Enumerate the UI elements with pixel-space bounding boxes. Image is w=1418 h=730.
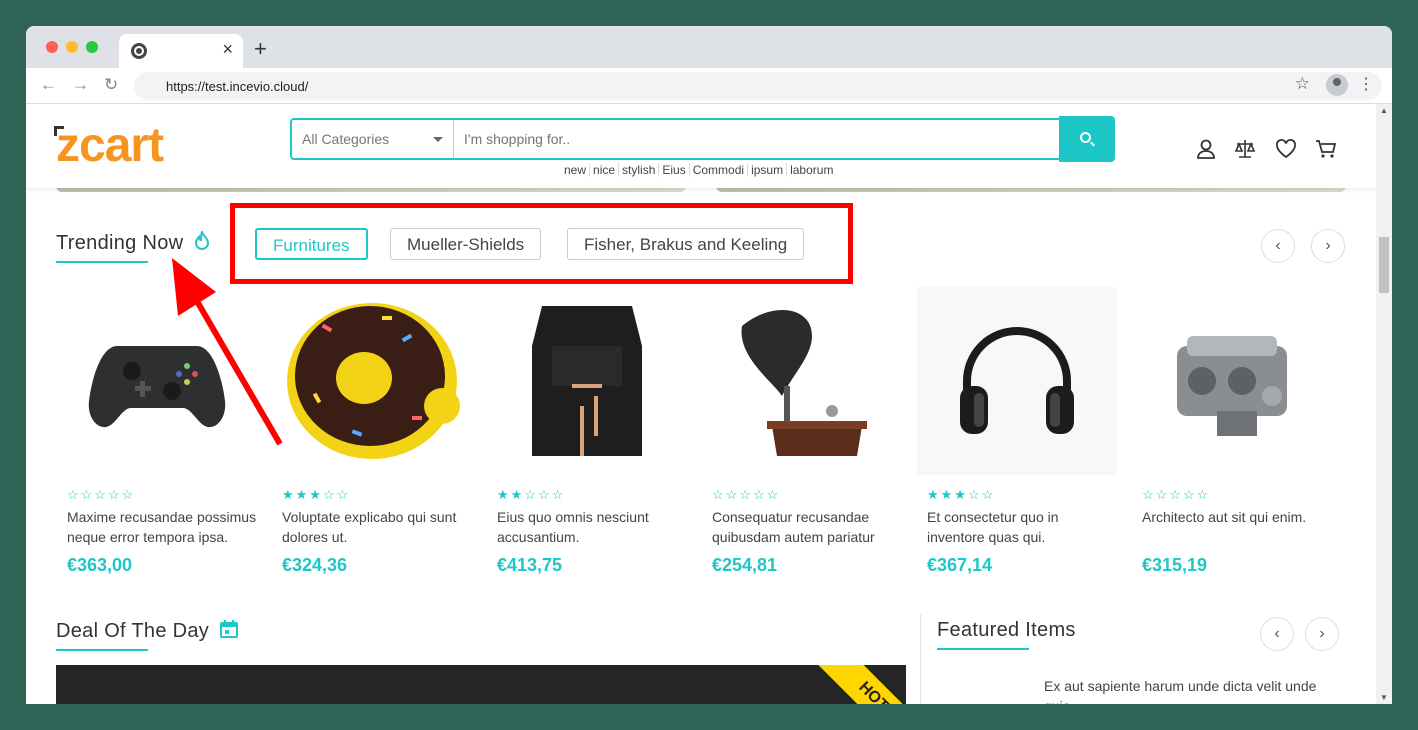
- web-page: zcart All Categories newnicestylishEiusC…: [26, 104, 1376, 704]
- headphones-image: [960, 327, 1074, 434]
- product-image[interactable]: [272, 287, 472, 475]
- browser-menu-icon[interactable]: ⋮: [1358, 74, 1374, 94]
- product-name[interactable]: Eius quo omnis nesciunt accusantium.: [497, 507, 687, 547]
- reload-icon[interactable]: ↻: [104, 75, 118, 95]
- backpack-image: [532, 306, 642, 456]
- product-name[interactable]: Architecto aut sit qui enim.: [1142, 507, 1332, 547]
- product-price: €315,19: [1142, 555, 1208, 575]
- gramophone-image: [741, 309, 867, 456]
- product-card[interactable]: ☆☆☆☆☆ Consequatur recusandae quibusdam a…: [702, 287, 902, 576]
- cart-icon[interactable]: [1315, 138, 1337, 160]
- wishlist-heart-icon[interactable]: [1275, 138, 1297, 160]
- product-price: €254,81: [712, 555, 778, 575]
- logo-mark-icon: [54, 126, 64, 136]
- engine-image: [1177, 336, 1287, 436]
- featured-title: Featured Items: [937, 619, 1076, 650]
- product-image[interactable]: [1132, 287, 1332, 475]
- section-divider: [920, 614, 921, 704]
- page-scrollbar[interactable]: ▲ ▼: [1376, 104, 1392, 704]
- search-tag[interactable]: laborum: [787, 163, 836, 177]
- search-tag[interactable]: new: [561, 163, 591, 177]
- rating-stars: ☆☆☆☆☆: [67, 487, 136, 502]
- featured-item-name[interactable]: Ex aut sapiente harum unde dicta velit u…: [1044, 676, 1334, 704]
- product-card[interactable]: ★★★☆☆ Et consectetur quo in inventore qu…: [917, 287, 1117, 576]
- rating-stars: ☆☆☆☆☆: [712, 487, 781, 502]
- url-field[interactable]: https://test.incevio.cloud/: [134, 72, 1382, 100]
- product-name[interactable]: Consequatur recusandae quibusdam autem p…: [712, 507, 902, 547]
- browser-tab[interactable]: ×: [119, 34, 243, 68]
- category-select[interactable]: All Categories: [292, 120, 454, 158]
- new-tab-button[interactable]: +: [254, 36, 267, 62]
- search-bar: All Categories: [290, 116, 1115, 162]
- chrome-icon: [131, 43, 147, 59]
- search-tag[interactable]: Commodi: [689, 163, 749, 177]
- tab-bar: × +: [26, 26, 1392, 68]
- logo-text: zcart: [56, 119, 164, 172]
- forward-icon[interactable]: →: [72, 75, 89, 95]
- donut-float-image: [287, 303, 460, 459]
- search-input[interactable]: [464, 131, 1064, 147]
- compare-scale-icon[interactable]: [1234, 138, 1256, 160]
- profile-icon[interactable]: [1326, 74, 1348, 96]
- trending-prev-button[interactable]: ‹: [1261, 229, 1295, 263]
- bookmark-star-icon[interactable]: ☆: [1295, 74, 1310, 94]
- chevron-down-icon: [433, 137, 443, 142]
- search-tag[interactable]: Eius: [659, 163, 690, 177]
- rating-stars: ★★☆☆☆: [497, 487, 566, 502]
- site-logo[interactable]: zcart: [54, 119, 164, 172]
- back-icon[interactable]: ←: [40, 75, 57, 95]
- product-card[interactable]: ★★☆☆☆ Eius quo omnis nesciunt accusantiu…: [487, 287, 687, 576]
- deal-title-text: Deal Of The Day: [56, 620, 210, 642]
- product-card[interactable]: ★★★☆☆ Voluptate explicabo qui sunt dolor…: [272, 287, 472, 576]
- fire-icon: [195, 229, 210, 250]
- category-select-value: All Categories: [302, 131, 390, 147]
- search-tag[interactable]: stylish: [619, 163, 660, 177]
- product-image[interactable]: [917, 287, 1117, 475]
- product-price: €363,00: [67, 555, 133, 575]
- deal-title: Deal Of The Day: [56, 619, 239, 651]
- tab-close-icon[interactable]: ×: [222, 39, 233, 60]
- search-tag[interactable]: nice: [590, 163, 620, 177]
- annotation-highlight-box: [230, 203, 853, 284]
- product-price: €413,75: [497, 555, 563, 575]
- product-card[interactable]: ☆☆☆☆☆ Architecto aut sit qui enim. €315,…: [1132, 287, 1332, 576]
- rating-stars: ★★★☆☆: [282, 487, 351, 502]
- annotation-arrow-icon: [172, 258, 283, 446]
- featured-prev-button[interactable]: ‹: [1260, 617, 1294, 651]
- product-name[interactable]: Maxime recusandae possimus neque error t…: [67, 507, 257, 547]
- rating-stars: ★★★☆☆: [927, 487, 996, 502]
- search-tag[interactable]: ipsum: [748, 163, 788, 177]
- deal-of-the-day-banner[interactable]: HOT: [56, 665, 906, 704]
- product-image[interactable]: [487, 287, 687, 475]
- featured-next-button[interactable]: ›: [1305, 617, 1339, 651]
- trending-title-text: Trending Now: [56, 232, 184, 254]
- site-header: zcart All Categories newnicestylishEiusC…: [26, 104, 1376, 188]
- product-price: €324,36: [282, 555, 348, 575]
- browser-window: × + ← → ↻ https://test.incevio.cloud/ ☆ …: [26, 26, 1392, 704]
- trending-next-button[interactable]: ›: [1311, 229, 1345, 263]
- calendar-icon: [219, 620, 238, 638]
- scroll-down-icon[interactable]: ▼: [1380, 693, 1388, 702]
- trending-title: Trending Now: [56, 229, 211, 263]
- search-button[interactable]: [1059, 116, 1115, 162]
- product-price: €367,14: [927, 555, 993, 575]
- scroll-up-icon[interactable]: ▲: [1380, 106, 1388, 115]
- scrollbar-thumb[interactable]: [1379, 237, 1389, 293]
- rating-stars: ☆☆☆☆☆: [1142, 487, 1211, 502]
- maximize-window-button[interactable]: [86, 41, 98, 53]
- hot-badge: HOT: [808, 665, 906, 704]
- close-window-button[interactable]: [46, 41, 58, 53]
- product-image[interactable]: [702, 287, 902, 475]
- product-name[interactable]: Voluptate explicabo qui sunt dolores ut.: [282, 507, 472, 547]
- product-name[interactable]: Et consectetur quo in inventore quas qui…: [927, 507, 1117, 547]
- minimize-window-button[interactable]: [66, 41, 78, 53]
- address-bar: ← → ↻ https://test.incevio.cloud/ ☆ ⋮: [26, 68, 1392, 104]
- search-icon: [1080, 132, 1091, 143]
- account-icon[interactable]: [1195, 138, 1217, 160]
- search-tags: new nice stylish Eius Commodi ipsum laborum: [561, 163, 836, 177]
